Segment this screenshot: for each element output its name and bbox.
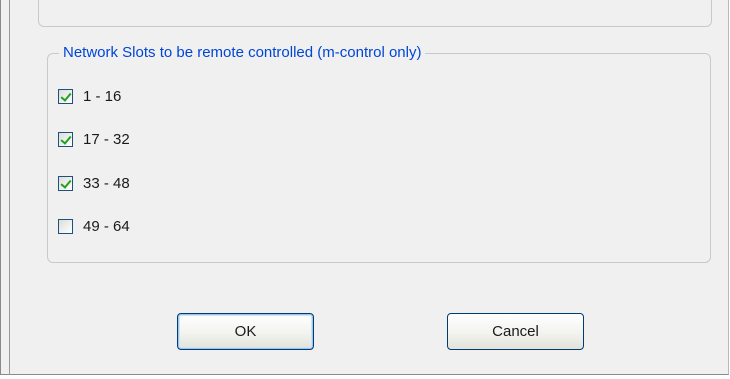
slot-33-48-row[interactable]: 33 - 48	[58, 173, 130, 193]
check-mark-icon	[60, 89, 72, 102]
slot-1-16-row[interactable]: 1 - 16	[58, 86, 121, 106]
slot-49-64-label[interactable]: 49 - 64	[83, 218, 130, 235]
network-slots-group	[47, 53, 711, 263]
slot-33-48-checkbox[interactable]	[58, 175, 73, 191]
previous-group-box	[38, 0, 712, 27]
window-left-border	[9, 0, 10, 375]
network-slots-legend: Network Slots to be remote controlled (m…	[59, 44, 426, 62]
slot-1-16-label[interactable]: 1 - 16	[83, 88, 121, 105]
slot-49-64-row[interactable]: 49 - 64	[58, 216, 130, 236]
slot-17-32-label[interactable]: 17 - 32	[83, 131, 130, 148]
slot-17-32-row[interactable]: 17 - 32	[58, 129, 130, 149]
check-mark-icon	[60, 132, 72, 145]
dialog-window: Network Slots to be remote controlled (m…	[0, 0, 729, 375]
slot-49-64-checkbox[interactable]	[58, 218, 73, 234]
cancel-button[interactable]: Cancel	[447, 313, 584, 350]
check-mark-icon	[60, 176, 72, 189]
ok-button[interactable]: OK	[177, 313, 314, 350]
slot-1-16-checkbox[interactable]	[58, 88, 73, 104]
slot-33-48-label[interactable]: 33 - 48	[83, 175, 130, 192]
slot-17-32-checkbox[interactable]	[58, 131, 73, 147]
